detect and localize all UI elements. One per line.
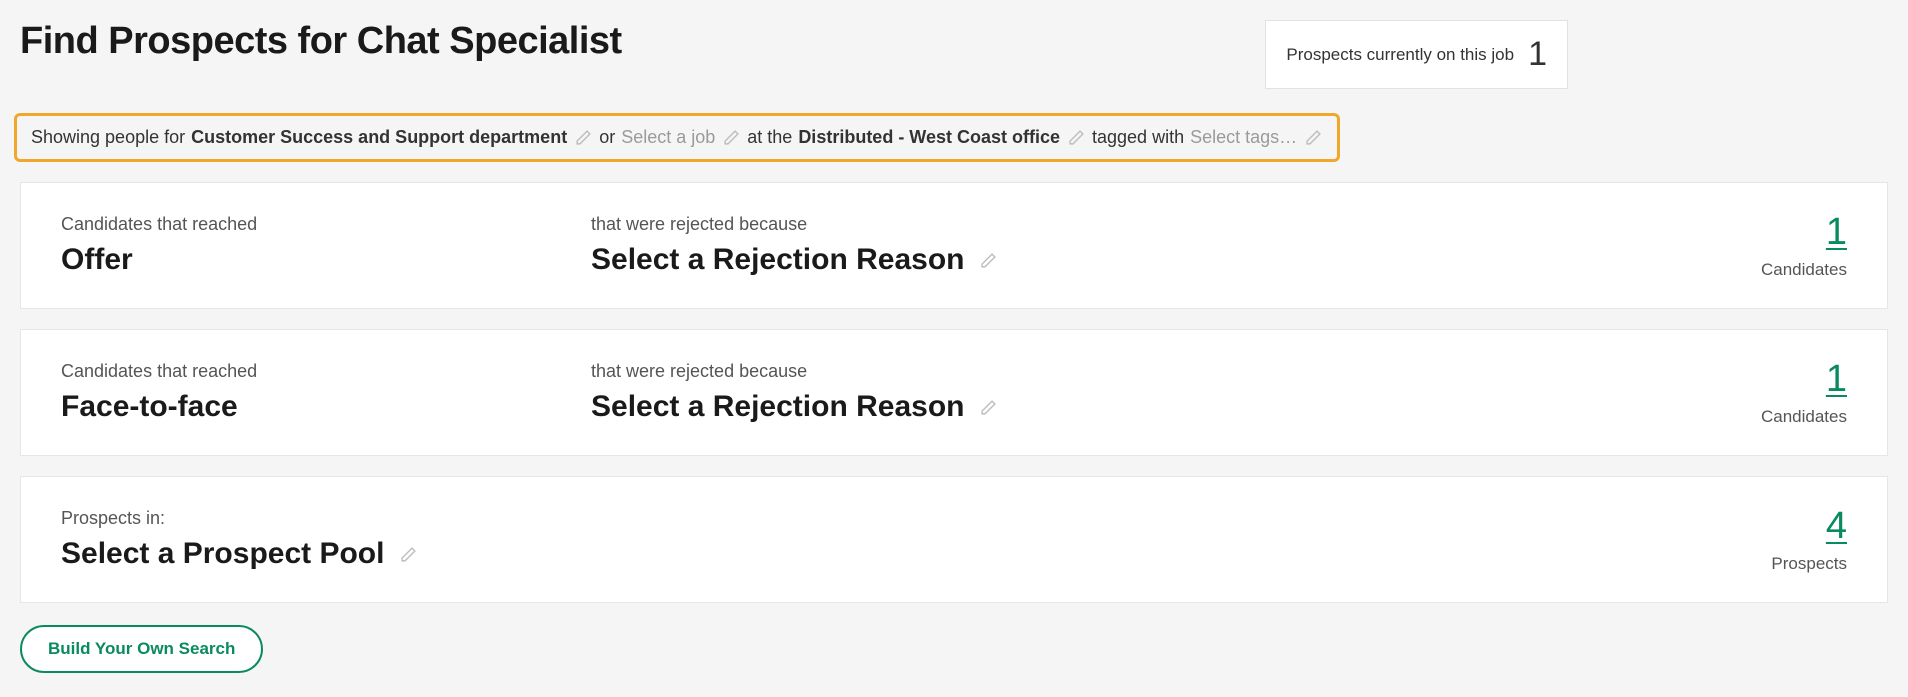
prospect-count-label: Prospects xyxy=(1771,554,1847,574)
card-left-label: Candidates that reached xyxy=(61,214,591,235)
pencil-icon[interactable] xyxy=(1066,128,1086,148)
card-left-value[interactable]: Offer xyxy=(61,243,133,277)
filter-tagged: tagged with xyxy=(1092,127,1184,148)
card-left-label: Candidates that reached xyxy=(61,361,591,382)
stage-value: Offer xyxy=(61,243,133,277)
prospects-badge-count: 1 xyxy=(1528,35,1547,74)
card-mid-value[interactable]: Select a Rejection Reason xyxy=(591,243,998,277)
cards-container: Candidates that reached Offer that were … xyxy=(0,162,1908,603)
filter-office[interactable]: Distributed - West Coast office xyxy=(798,127,1060,148)
page-title: Find Prospects for Chat Specialist xyxy=(20,20,622,63)
prospect-pool-value: Select a Prospect Pool xyxy=(61,537,384,571)
filter-bar: Showing people for Customer Success and … xyxy=(14,113,1340,162)
card-mid-value[interactable]: Select a Rejection Reason xyxy=(591,390,998,424)
rejection-reason-value: Select a Rejection Reason xyxy=(591,243,964,277)
prospect-count-link[interactable]: 4 xyxy=(1826,505,1847,548)
filter-department[interactable]: Customer Success and Support department xyxy=(191,127,567,148)
candidate-count-label: Candidates xyxy=(1761,407,1847,427)
stage-value: Face-to-face xyxy=(61,390,238,424)
card-mid-label: that were rejected because xyxy=(591,361,1761,382)
pencil-icon[interactable] xyxy=(573,128,593,148)
candidate-count-link[interactable]: 1 xyxy=(1826,358,1847,401)
pencil-icon[interactable] xyxy=(398,544,418,564)
prospect-card: Prospects in: Select a Prospect Pool 4 P… xyxy=(20,476,1888,603)
candidate-count-link[interactable]: 1 xyxy=(1826,211,1847,254)
rejection-reason-value: Select a Rejection Reason xyxy=(591,390,964,424)
prospects-badge-label: Prospects currently on this job xyxy=(1286,45,1514,65)
filter-at: at the xyxy=(747,127,792,148)
candidate-count-label: Candidates xyxy=(1761,260,1847,280)
filter-job-placeholder[interactable]: Select a job xyxy=(621,127,715,148)
candidate-card: Candidates that reached Offer that were … xyxy=(20,182,1888,309)
card-mid-label: that were rejected because xyxy=(591,214,1761,235)
filter-or: or xyxy=(599,127,615,148)
pencil-icon[interactable] xyxy=(721,128,741,148)
pencil-icon[interactable] xyxy=(978,397,998,417)
pencil-icon[interactable] xyxy=(978,250,998,270)
pencil-icon[interactable] xyxy=(1303,128,1323,148)
card-left-label: Prospects in: xyxy=(61,508,1771,529)
card-left-value[interactable]: Select a Prospect Pool xyxy=(61,537,418,571)
candidate-card: Candidates that reached Face-to-face tha… xyxy=(20,329,1888,456)
prospects-on-job-badge: Prospects currently on this job 1 xyxy=(1265,20,1568,89)
build-your-own-search-button[interactable]: Build Your Own Search xyxy=(20,625,263,673)
filter-prefix: Showing people for xyxy=(31,127,185,148)
card-left-value[interactable]: Face-to-face xyxy=(61,390,238,424)
filter-tags-placeholder[interactable]: Select tags… xyxy=(1190,127,1297,148)
